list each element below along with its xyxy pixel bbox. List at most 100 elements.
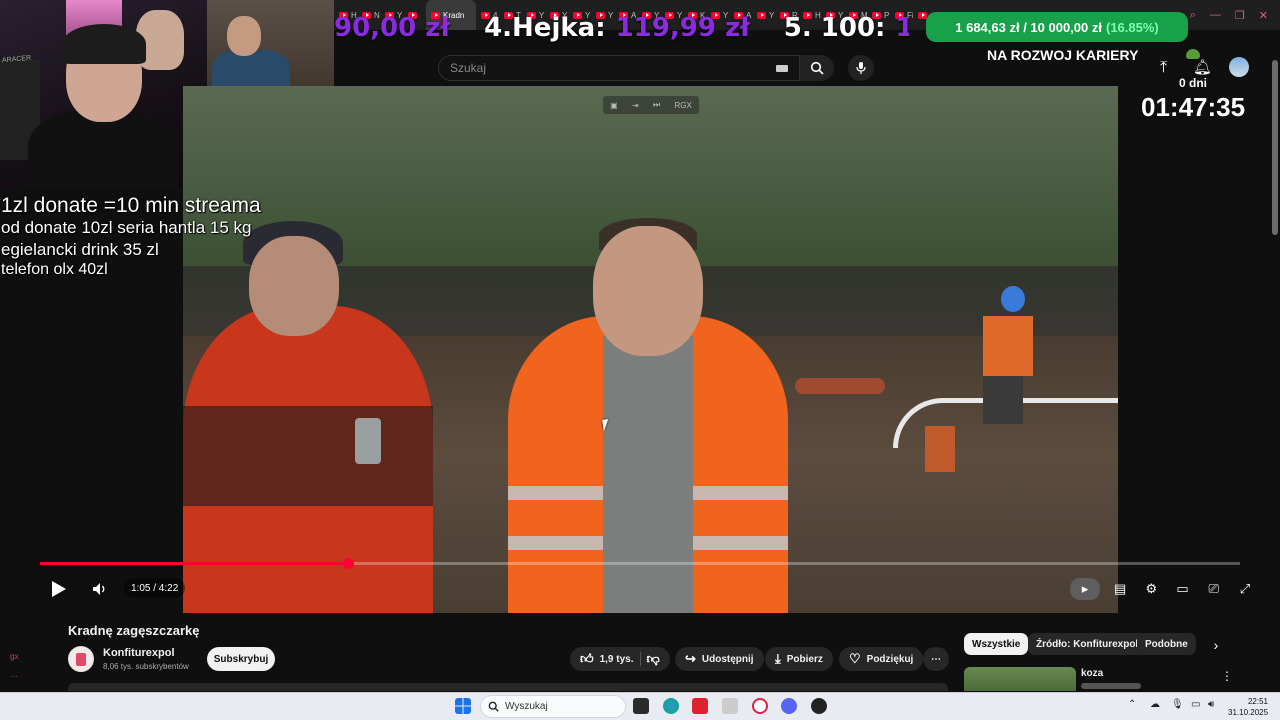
search-input[interactable]: Szukaj — [438, 55, 800, 81]
volume-button[interactable] — [89, 578, 111, 600]
recommendation-channel — [1081, 683, 1141, 689]
goal-subtitle: NA ROZWOJ KARIERY — [987, 47, 1139, 63]
like-count[interactable]: 1,9 tys. — [600, 654, 634, 665]
subtitles-icon[interactable]: ▤ — [1109, 578, 1131, 600]
channel-subscribers: 8,06 tys. subskrybentów — [103, 662, 189, 671]
tray-chevron-icon[interactable]: ⌃ — [1128, 699, 1136, 710]
progress-scrubber[interactable] — [343, 558, 354, 569]
restore-button[interactable]: ❐ — [1235, 9, 1245, 22]
bell-icon[interactable]: 🔔︎ — [1193, 58, 1212, 76]
search-tabs-icon[interactable]: ⌕ — [1190, 9, 1196, 22]
screen: { "browser": { "active_tab_label": "Krad… — [0, 0, 1280, 720]
cloud-icon[interactable]: ☁ — [1150, 699, 1160, 710]
chip-all[interactable]: Wszystkie — [964, 633, 1029, 655]
donation-goal-bar: 1 684,63 zł / 10 000,00 zł (16.85%) — [926, 12, 1188, 42]
like-icon[interactable]: 👍︎ — [580, 651, 594, 667]
reflective-stripe — [508, 536, 603, 550]
player-right-controls: ▸ ▤ ⚙ ▭ ⎚ ⤢ — [1070, 578, 1256, 600]
description-box[interactable] — [68, 683, 948, 691]
taskbar-search-icon — [488, 701, 499, 712]
video-bucket — [925, 426, 955, 472]
cast-icon[interactable]: ⎚ — [1203, 578, 1225, 600]
voice-search-button[interactable] — [848, 55, 874, 81]
goal-percent: (16.85%) — [1105, 19, 1159, 35]
search-button[interactable] — [800, 55, 834, 81]
minimize-button[interactable]: — — [1210, 9, 1221, 21]
ticker-item1-label: 4.Hejka: — [484, 13, 606, 43]
next-icon[interactable]: ⏭ — [653, 100, 660, 110]
keyboard-icon[interactable] — [776, 65, 788, 72]
miniplayer-icon[interactable]: ▭ — [1172, 578, 1194, 600]
fullscreen-icon[interactable]: ⤢ — [1234, 578, 1256, 600]
volume-icon — [93, 583, 105, 595]
chip-similar[interactable]: Podobne — [1137, 633, 1196, 655]
progress-bar[interactable] — [40, 558, 1240, 569]
video-worker-back — [983, 316, 1033, 376]
donation-ticker: 90,00 zł 4.Hejka: 119,99 zł 5. 100: 100,… — [334, 12, 909, 44]
settings-gear-icon[interactable]: ⚙ — [1140, 578, 1162, 600]
channel-avatar[interactable] — [68, 646, 94, 672]
video-worker-legs — [983, 376, 1023, 424]
video-title: Kradnę zagęszczarkę — [68, 623, 200, 638]
more-actions-button[interactable]: ⋯ — [923, 647, 949, 671]
recommendation-menu-icon[interactable]: ⋮ — [1221, 669, 1233, 683]
ticker-item2-amount: 100,0 — [895, 13, 909, 43]
mouse-cursor — [602, 418, 616, 432]
video-worker-helmet — [1001, 286, 1025, 312]
obs-icon[interactable] — [811, 698, 827, 714]
thanks-button[interactable]: ♡ Podziękuj — [839, 647, 924, 671]
edge-icon[interactable] — [663, 698, 679, 714]
play-button[interactable] — [46, 578, 70, 600]
snipping-tool-icon[interactable] — [722, 698, 738, 714]
recommendation-title[interactable]: koza — [1081, 668, 1103, 679]
reflective-stripe — [508, 486, 603, 500]
share-button[interactable]: ↪ Udostępnij — [675, 647, 764, 671]
youtube-app-icon[interactable] — [692, 698, 708, 714]
discord-icon[interactable] — [781, 698, 797, 714]
mic-tray-icon[interactable]: 🎙︎ — [1171, 699, 1184, 710]
dislike-icon[interactable]: 👎︎ — [647, 651, 660, 667]
thanks-label: Podziękuj — [866, 653, 914, 665]
clock-date: 31.10.2025 — [1228, 708, 1269, 717]
overlay-line-4: telefon olx 40zl — [1, 261, 108, 278]
recommendation-thumbnail[interactable] — [964, 667, 1076, 691]
ticker-prev-amount: 90,00 zł — [334, 13, 451, 43]
goal-current: 1 684,63 zł — [955, 19, 1020, 35]
opera-icon[interactable] — [752, 698, 768, 714]
download-button[interactable]: ⤓ Pobierz — [765, 647, 833, 671]
window-controls: ⌕ — ❐ ✕ — [1190, 0, 1268, 30]
video-person-center-shirt — [603, 336, 693, 613]
side-more-icon: ··· — [10, 672, 18, 681]
time-display: 1:05 / 4:22 — [124, 578, 186, 598]
taskbar-search[interactable]: Wyszukaj — [480, 695, 626, 718]
scrollbar[interactable] — [1272, 60, 1278, 235]
like-divider — [639, 652, 641, 666]
miniplayer-icon[interactable]: ▣ — [610, 101, 618, 110]
taskbar-clock[interactable]: 22:51 31.10.2025 — [1228, 696, 1268, 718]
play-icon — [52, 581, 66, 597]
windows-start-icon[interactable] — [455, 698, 471, 714]
autoplay-toggle[interactable]: ▸ — [1070, 578, 1100, 600]
chevron-right-icon[interactable]: › — [1206, 636, 1226, 654]
chip-source[interactable]: Źródło: Konfiturexpol — [1028, 633, 1147, 655]
taskbar: Wyszukaj ⌃ ☁ 🎙︎ ▭ 🔊︎ 22:51 31.10.2025 — [0, 692, 1280, 720]
overlay-line-1: 1zl donate =10 min streama — [1, 194, 261, 217]
thanks-icon: ♡ — [849, 651, 861, 666]
upload-icon[interactable]: ⤒ — [1160, 59, 1167, 77]
video-frame[interactable] — [183, 86, 1118, 613]
guest-head — [227, 16, 261, 56]
clock-time: 22:51 — [1247, 697, 1268, 706]
video-person-left-head — [249, 236, 339, 336]
share-label: Udostępnij — [701, 653, 754, 665]
channel-name[interactable]: Konfiturexpol — [103, 647, 175, 659]
network-icon[interactable]: ▭ — [1191, 699, 1200, 710]
progress-played — [40, 562, 348, 565]
account-avatar[interactable] — [1229, 57, 1249, 77]
enter-icon[interactable]: ⇥ — [632, 101, 639, 110]
download-icon: ⤓ — [775, 651, 781, 666]
task-view-icon[interactable] — [633, 698, 649, 714]
close-button[interactable]: ✕ — [1259, 9, 1268, 22]
speaker-icon[interactable]: 🔊︎ — [1208, 699, 1214, 710]
subscribe-button[interactable]: Subskrybuj — [207, 647, 275, 671]
webcam-streamer: ARACER — [0, 0, 207, 188]
